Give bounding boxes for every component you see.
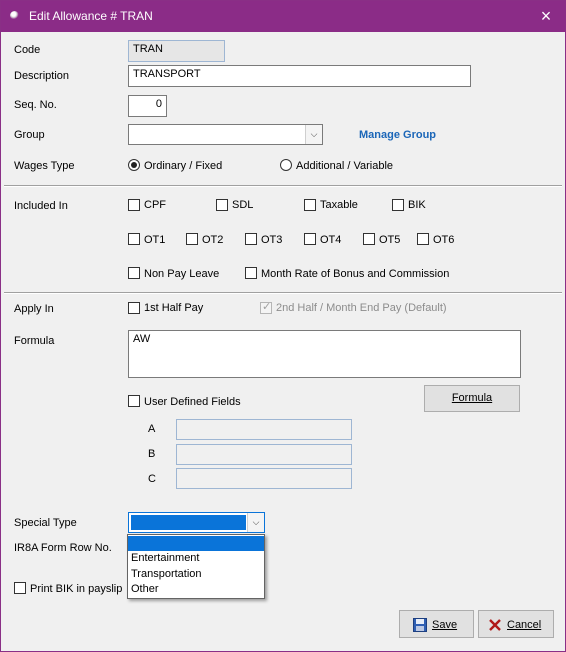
checkbox-second-half-pay <box>260 300 272 314</box>
checkbox-ot3-label: OT3 <box>261 234 283 246</box>
group-label: Group <box>14 129 45 141</box>
checkbox-sdl-label: SDL <box>232 199 254 211</box>
formula-button[interactable]: Formula <box>424 385 520 412</box>
checkbox-taxable-label: Taxable <box>320 199 358 211</box>
code-label: Code <box>14 44 41 56</box>
checkbox-first-half-pay[interactable] <box>128 302 140 314</box>
apply-in-label: Apply In <box>14 303 54 315</box>
description-field[interactable]: TRANSPORT <box>128 65 471 87</box>
checkbox-ot2-label: OT2 <box>202 234 224 246</box>
checkbox-ot6-label: OT6 <box>433 234 455 246</box>
udf-a-label: A <box>148 423 156 435</box>
close-icon[interactable]: × <box>535 5 557 27</box>
chevron-down-icon[interactable]: ⌵ <box>247 513 264 532</box>
checkbox-user-defined-fields-label: User Defined Fields <box>144 396 241 408</box>
manage-group-link[interactable]: Manage Group <box>359 129 436 141</box>
checkbox-user-defined-fields[interactable] <box>128 395 140 407</box>
formula-textarea[interactable]: AW <box>128 330 521 378</box>
divider <box>4 185 562 187</box>
checkbox-ot5[interactable] <box>363 233 375 245</box>
close-icon <box>489 619 501 631</box>
checkbox-ot5-label: OT5 <box>379 234 401 246</box>
checkbox-cpf[interactable] <box>128 199 140 211</box>
save-button[interactable]: Save <box>399 610 474 638</box>
checkbox-ot4-label: OT4 <box>320 234 342 246</box>
formula-button-label: Formula <box>451 392 493 404</box>
special-type-selected-value <box>131 515 246 530</box>
seq-no-label: Seq. No. <box>14 99 57 111</box>
checkbox-print-bik[interactable] <box>14 582 26 594</box>
ir8a-form-row-label: IR8A Form Row No. <box>14 542 112 554</box>
dropdown-option-transportation[interactable]: Transportation <box>128 567 264 582</box>
radio-ordinary-fixed-label: Ordinary / Fixed <box>144 160 223 172</box>
radio-ordinary-fixed[interactable] <box>128 159 140 171</box>
checkbox-ot6[interactable] <box>417 233 429 245</box>
save-button-label: Save <box>432 619 458 631</box>
cancel-button[interactable]: Cancel <box>478 610 554 638</box>
save-icon <box>413 618 427 632</box>
radio-additional-variable[interactable] <box>280 159 292 171</box>
wages-type-label: Wages Type <box>14 160 75 172</box>
cancel-button-label: Cancel <box>507 619 542 631</box>
checkbox-sdl[interactable] <box>216 199 228 211</box>
seq-no-field[interactable]: 0 <box>128 95 167 117</box>
window-title: Edit Allowance # TRAN <box>29 9 153 23</box>
dropdown-option-blank[interactable] <box>128 536 264 551</box>
checkbox-non-pay-leave[interactable] <box>128 267 140 279</box>
checkbox-non-pay-leave-label: Non Pay Leave <box>144 268 220 280</box>
formula-label: Formula <box>14 335 55 347</box>
title-bar: Edit Allowance # TRAN × <box>1 1 565 32</box>
divider <box>4 292 562 294</box>
checkbox-month-rate-bonus[interactable] <box>245 267 257 279</box>
dropdown-option-other[interactable]: Other <box>128 582 264 597</box>
checkbox-taxable[interactable] <box>304 199 316 211</box>
udf-c-field[interactable] <box>176 468 352 489</box>
udf-b-label: B <box>148 448 156 460</box>
checkbox-ot3[interactable] <box>245 233 257 245</box>
chevron-down-icon[interactable]: ⌵ <box>305 125 322 144</box>
checkbox-first-half-pay-label: 1st Half Pay <box>144 302 204 314</box>
special-type-dropdown-list: Entertainment Transportation Other <box>127 534 265 599</box>
checkbox-ot1[interactable] <box>128 233 140 245</box>
special-type-select[interactable]: ⌵ <box>128 512 265 533</box>
checkbox-ot2[interactable] <box>186 233 198 245</box>
udf-c-label: C <box>148 473 156 485</box>
udf-a-field[interactable] <box>176 419 352 440</box>
special-type-label: Special Type <box>14 517 77 529</box>
checkbox-month-rate-bonus-label: Month Rate of Bonus and Commission <box>261 268 450 280</box>
included-in-label: Included In <box>14 200 68 212</box>
radio-additional-variable-label: Additional / Variable <box>296 160 394 172</box>
checkbox-bik-label: BIK <box>408 199 426 211</box>
edit-allowance-dialog: Edit Allowance # TRAN × Code TRAN Descri… <box>0 0 566 652</box>
description-label: Description <box>14 70 70 82</box>
checkbox-ot1-label: OT1 <box>144 234 166 246</box>
code-field[interactable]: TRAN <box>128 40 225 62</box>
checkbox-bik[interactable] <box>392 199 404 211</box>
udf-b-field[interactable] <box>176 444 352 465</box>
app-icon <box>10 11 19 20</box>
dropdown-option-entertainment[interactable]: Entertainment <box>128 551 264 566</box>
group-select[interactable]: ⌵ <box>128 124 323 145</box>
checkbox-cpf-label: CPF <box>144 199 166 211</box>
checkbox-ot4[interactable] <box>304 233 316 245</box>
checkbox-print-bik-label: Print BIK in payslip <box>30 583 123 595</box>
checkbox-second-half-pay-label: 2nd Half / Month End Pay (Default) <box>276 302 447 314</box>
